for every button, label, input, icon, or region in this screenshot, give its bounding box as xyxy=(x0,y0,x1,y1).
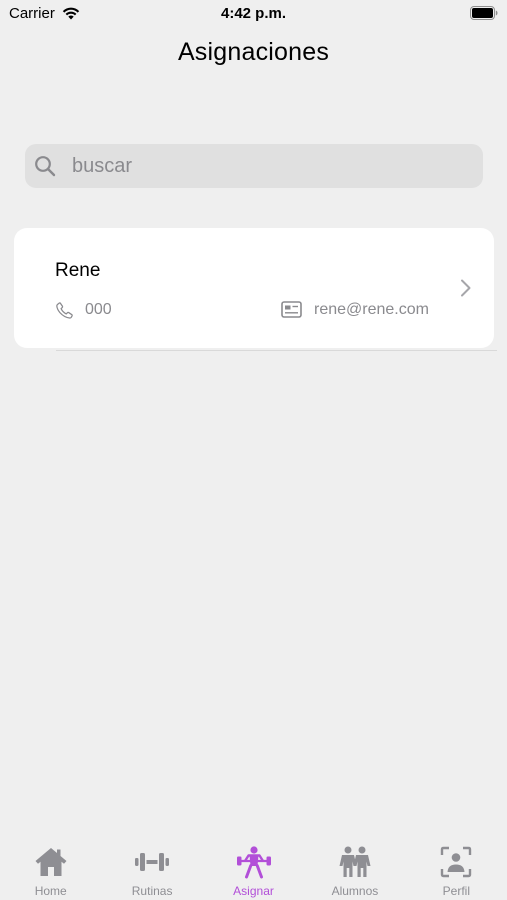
status-bar: Carrier 4:42 p.m. xyxy=(0,0,507,28)
tab-rutinas[interactable]: Rutinas xyxy=(101,835,202,900)
phone-icon xyxy=(56,302,73,319)
weightlifter-icon xyxy=(236,846,271,879)
tab-alumnos[interactable]: Alumnos xyxy=(304,835,405,900)
status-time: 4:42 p.m. xyxy=(220,5,287,22)
chevron-right-icon xyxy=(461,279,471,297)
student-name: Rene xyxy=(55,260,101,281)
tab-asignar[interactable]: Asignar xyxy=(203,835,304,900)
tab-bar: Home Rutinas Asignar Alumnos Perfil xyxy=(0,835,507,900)
tab-label: Perfil xyxy=(442,884,470,898)
profile-icon xyxy=(441,846,472,878)
dumbbell-icon xyxy=(135,853,170,871)
tab-label: Rutinas xyxy=(131,884,173,898)
list-item[interactable]: Rene 000 rene@rene.com xyxy=(14,228,494,348)
tab-label: Asignar xyxy=(233,884,274,898)
tab-label: Alumnos xyxy=(331,884,379,898)
home-icon xyxy=(35,848,67,876)
people-icon xyxy=(339,846,371,877)
phone-value: 000 xyxy=(85,301,112,318)
row-divider xyxy=(56,350,497,351)
email-value: rene@rene.com xyxy=(314,301,429,318)
search-bar[interactable] xyxy=(25,144,483,188)
assignments-screen: Carrier 4:42 p.m. Asignaciones Rene 000 xyxy=(0,0,507,900)
tab-label: Home xyxy=(34,884,67,898)
id-card-icon xyxy=(281,301,302,318)
search-input[interactable] xyxy=(72,144,472,188)
page-title: Asignaciones xyxy=(177,38,330,66)
tab-perfil[interactable]: Perfil xyxy=(406,835,507,900)
battery-icon xyxy=(470,6,498,20)
tab-home[interactable]: Home xyxy=(0,835,101,900)
search-icon xyxy=(35,156,56,177)
